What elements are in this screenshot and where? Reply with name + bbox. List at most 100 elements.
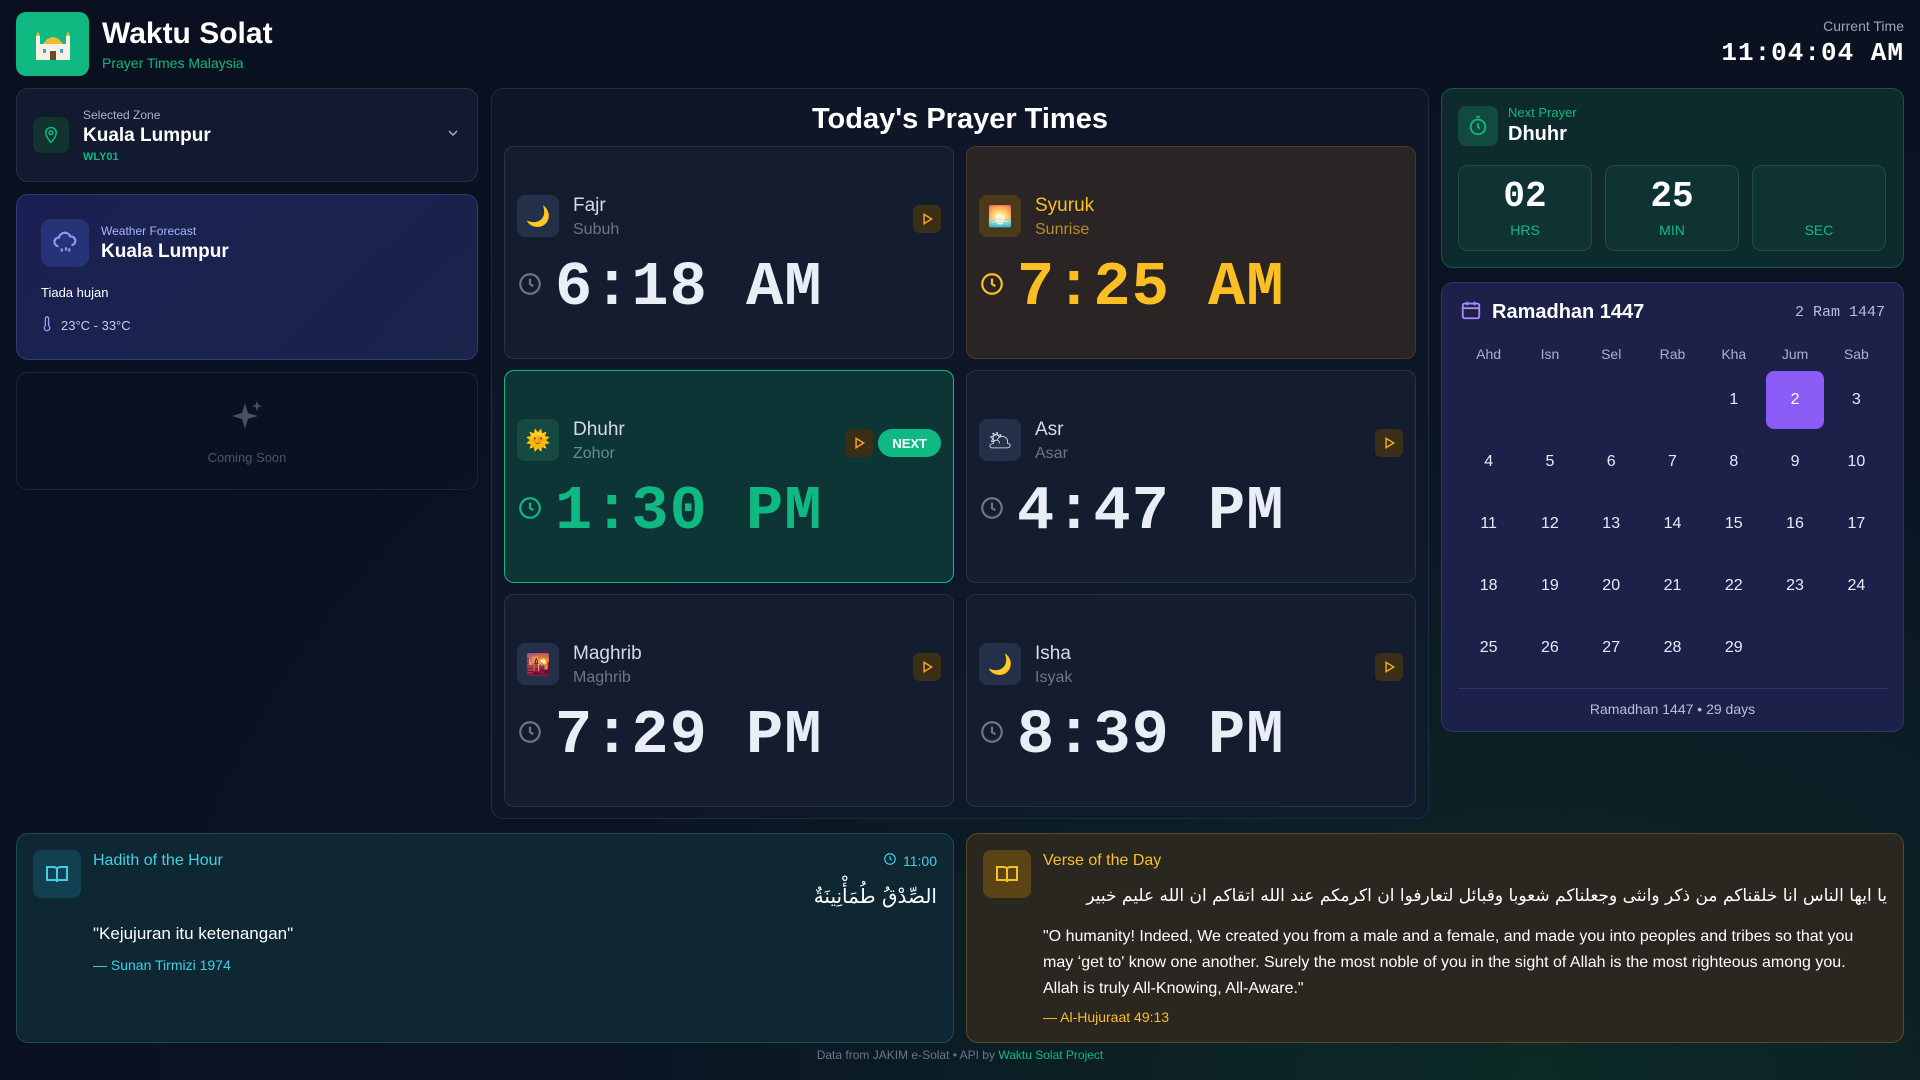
next-badge: NEXT xyxy=(878,429,941,457)
calendar-day-number: 29 xyxy=(1724,639,1743,656)
hadith-text: "Kejujuran itu ketenangan" xyxy=(93,924,294,943)
prayer-time: 8:39 PM xyxy=(1017,700,1285,771)
calendar-day[interactable]: 11 xyxy=(1458,493,1519,555)
calendar-day[interactable]: 21 xyxy=(1642,555,1703,617)
calendar-day[interactable]: 27 xyxy=(1581,617,1642,679)
calendar-day[interactable]: 8 xyxy=(1703,431,1764,493)
calendar-day[interactable]: 25 xyxy=(1458,617,1519,679)
calendar-day-number: 14 xyxy=(1663,515,1682,532)
prayer-local-name: Sunrise xyxy=(1035,221,1090,238)
calendar-day[interactable]: 10 xyxy=(1826,431,1887,493)
calendar-day[interactable]: 29 xyxy=(1703,617,1764,679)
current-time: Current Time 11:04:04 AM xyxy=(1721,18,1904,68)
weekday-header: Sab xyxy=(1843,346,1869,362)
play-adhan-button[interactable] xyxy=(1375,653,1403,681)
calendar-day-number: 5 xyxy=(1545,453,1555,470)
countdown-minutes-value: 25 xyxy=(1650,176,1694,217)
prayer-card-syuruk: 🌅 Syuruk Sunrise 7:25 AM xyxy=(966,146,1416,359)
clock-icon xyxy=(883,852,897,869)
calendar-day-number: 19 xyxy=(1541,577,1559,594)
prayer-times-panel: Today's Prayer Times 🌙 Fajr Subuh 6:18 A… xyxy=(491,88,1429,819)
calendar-icon xyxy=(1460,299,1482,326)
calendar-day[interactable]: 16 xyxy=(1764,493,1825,555)
countdown-hours-unit: HRS xyxy=(1510,222,1540,238)
calendar-day-number: 26 xyxy=(1541,639,1559,656)
calendar-day-number: 2 xyxy=(1766,371,1825,429)
zone-code: WLY01 xyxy=(83,150,119,163)
app: Waktu Solat Prayer Times Malaysia Curren… xyxy=(0,0,1920,1080)
weather-city: Kuala Lumpur xyxy=(101,240,229,262)
calendar-day[interactable]: 22 xyxy=(1703,555,1764,617)
play-adhan-button[interactable] xyxy=(1375,429,1403,457)
calendar-day-number: 17 xyxy=(1847,515,1866,532)
prayer-name: Fajr xyxy=(573,195,606,216)
prayer-time: 7:25 AM xyxy=(1017,252,1285,323)
prayer-card-dhuhr: 🌞 Dhuhr Zohor NEXT 1:30 PM xyxy=(504,370,954,583)
countdown-hours-value: 02 xyxy=(1503,176,1547,217)
calendar-day-number: 20 xyxy=(1602,577,1621,594)
hadith-time: 11:00 xyxy=(903,852,937,869)
play-adhan-button[interactable] xyxy=(913,653,941,681)
hadith-title: Hadith of the Hour xyxy=(93,852,223,869)
moon-icon: 🌙 xyxy=(517,195,559,237)
chevron-down-icon[interactable] xyxy=(445,125,461,146)
moon-icon: 🌙 xyxy=(979,643,1021,685)
calendar-day[interactable]: 9 xyxy=(1764,431,1825,493)
prayer-card-fajr: 🌙 Fajr Subuh 6:18 AM xyxy=(504,146,954,359)
calendar-day[interactable]: 1 xyxy=(1703,369,1764,431)
prayer-card-maghrib: 🌇 Maghrib Maghrib 7:29 PM xyxy=(504,594,954,807)
prayer-name: Asr xyxy=(1035,419,1064,440)
sun-cloud-icon: 🌥 xyxy=(979,419,1021,461)
prayer-time: 7:29 PM xyxy=(555,700,823,771)
calendar-day[interactable]: 24 xyxy=(1826,555,1887,617)
calendar-day-number: 16 xyxy=(1786,515,1804,532)
calendar-day[interactable]: 7 xyxy=(1642,431,1703,493)
weekday-header: Kha xyxy=(1721,346,1747,362)
calendar-day[interactable]: 12 xyxy=(1519,493,1580,555)
weather-temperature: 23°C - 33°C xyxy=(61,318,131,333)
sunset-icon: 🌇 xyxy=(517,643,559,685)
weather-label: Weather Forecast xyxy=(101,223,197,238)
play-adhan-button[interactable] xyxy=(845,429,873,457)
calendar-day-number: 18 xyxy=(1479,577,1498,594)
clock-icon xyxy=(979,495,1005,526)
calendar-day[interactable]: 5 xyxy=(1519,431,1580,493)
location-pin-icon xyxy=(33,117,69,153)
next-prayer-label: Next Prayer xyxy=(1508,105,1577,120)
calendar-day[interactable]: 14 xyxy=(1642,493,1703,555)
calendar-day-number: 24 xyxy=(1847,577,1866,594)
prayer-name: Isha xyxy=(1035,643,1071,664)
footer-text: Data from JAKIM e-Solat • API by xyxy=(816,1048,995,1062)
hadith-card: Hadith of the Hour 11:00 الصِّدْقُ طُمَأ… xyxy=(16,833,954,1043)
calendar-day[interactable]: 23 xyxy=(1764,555,1825,617)
calendar-day[interactable]: 15 xyxy=(1703,493,1764,555)
calendar-day[interactable]: 3 xyxy=(1826,369,1887,431)
verse-arabic: يا ايها الناس انا خلقناكم من ذكر وانثى و… xyxy=(1086,886,1887,906)
calendar-day[interactable]: 18 xyxy=(1458,555,1519,617)
calendar-month: Ramadhan 1447 xyxy=(1492,301,1645,323)
calendar-day[interactable]: 13 xyxy=(1581,493,1642,555)
zone-selector[interactable]: Selected Zone Kuala Lumpur WLY01 xyxy=(16,88,478,182)
calendar-day[interactable]: 19 xyxy=(1519,555,1580,617)
app-subtitle: Prayer Times Malaysia xyxy=(102,55,244,71)
calendar-footer: Ramadhan 1447 • 29 days xyxy=(1458,688,1887,717)
prayer-time: 4:47 PM xyxy=(1017,476,1285,547)
clock-icon xyxy=(517,719,543,750)
play-adhan-button[interactable] xyxy=(913,205,941,233)
calendar-day-today[interactable]: 2 xyxy=(1764,369,1825,431)
current-time-label: Current Time xyxy=(1823,18,1904,34)
calendar-day[interactable]: 17 xyxy=(1826,493,1887,555)
footer-link[interactable]: Waktu Solat Project xyxy=(998,1048,1103,1062)
calendar-day[interactable]: 28 xyxy=(1642,617,1703,679)
calendar-day-number: 28 xyxy=(1663,639,1682,656)
weekday-header: Ahd xyxy=(1476,346,1502,362)
calendar-day[interactable]: 4 xyxy=(1458,431,1519,493)
calendar-day-number: 21 xyxy=(1663,577,1682,594)
calendar-day[interactable]: 26 xyxy=(1519,617,1580,679)
calendar-day[interactable]: 6 xyxy=(1581,431,1642,493)
book-open-icon xyxy=(983,850,1031,898)
zone-label: Selected Zone xyxy=(83,107,161,122)
calendar-day[interactable]: 20 xyxy=(1581,555,1642,617)
prayer-name: Maghrib xyxy=(573,643,642,664)
coming-soon-card: Coming Soon xyxy=(16,372,478,490)
